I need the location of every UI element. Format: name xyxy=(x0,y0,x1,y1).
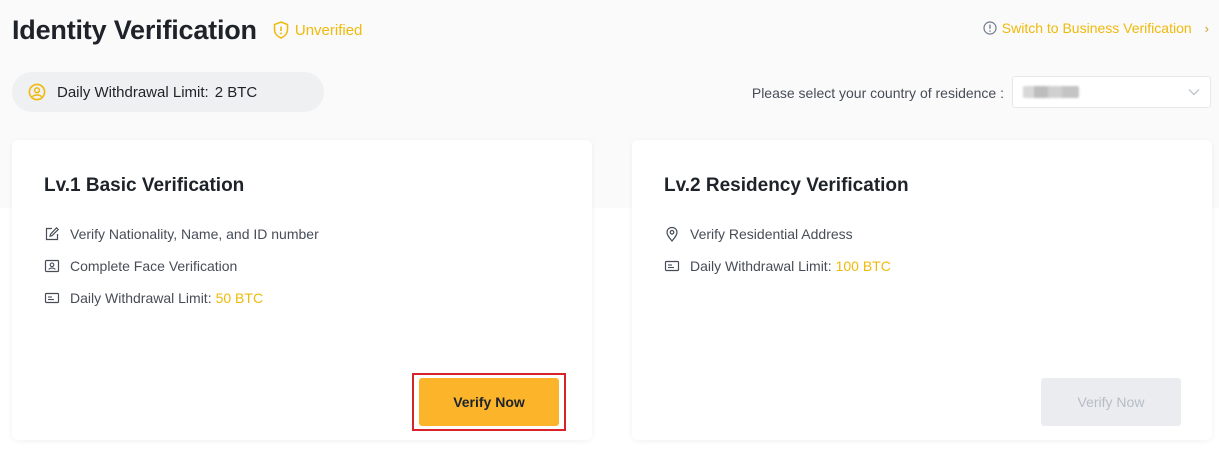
verification-status: Unverified xyxy=(273,21,363,39)
verify-now-button[interactable]: Verify Now xyxy=(419,378,559,426)
location-pin-icon xyxy=(666,226,678,242)
chevron-down-icon xyxy=(1188,89,1200,96)
page-title: Identity Verification xyxy=(12,14,257,45)
feature-item: Daily Withdrawal Limit: 100 BTC xyxy=(664,258,891,274)
level-1-title: Lv.1 Basic Verification xyxy=(44,175,245,196)
country-select-label: Please select your country of residence … xyxy=(751,85,1004,101)
daily-limit-label: Daily Withdrawal Limit: xyxy=(57,83,209,101)
feature-item: Verify Residential Address xyxy=(664,226,853,242)
switch-business-verification-link[interactable]: Switch to Business Verification › xyxy=(983,20,1209,36)
withdrawal-limit-value: 50 BTC xyxy=(215,290,264,306)
level-1-card: Lv.1 Basic Verification Verify Nationali… xyxy=(12,140,592,440)
feature-item: Daily Withdrawal Limit: 50 BTC xyxy=(44,290,263,306)
feature-item: Verify Nationality, Name, and ID number xyxy=(44,226,319,242)
chevron-right-icon: › xyxy=(1204,20,1209,36)
info-icon xyxy=(983,21,997,35)
shield-icon xyxy=(273,21,289,39)
level-2-card: Lv.2 Residency Verification Verify Resid… xyxy=(632,140,1212,440)
withdrawal-limit-value: 100 BTC xyxy=(835,258,891,274)
feature-text: Complete Face Verification xyxy=(70,258,238,274)
feature-text: Daily Withdrawal Limit: xyxy=(690,258,832,274)
country-select[interactable]: ██████ xyxy=(1012,76,1211,108)
card-icon xyxy=(44,292,60,304)
country-selected-value: ██████ xyxy=(1023,86,1079,98)
feature-text: Verify Nationality, Name, and ID number xyxy=(70,226,319,242)
page-header: Identity Verification Unverified xyxy=(12,12,362,48)
level-2-title: Lv.2 Residency Verification xyxy=(664,175,909,196)
feature-text: Verify Residential Address xyxy=(690,226,853,242)
face-id-icon xyxy=(44,259,60,273)
verify-now-button-disabled: Verify Now xyxy=(1041,378,1181,426)
daily-limit-badge: Daily Withdrawal Limit: 2 BTC xyxy=(12,72,324,112)
switch-link-label: Switch to Business Verification xyxy=(1001,20,1192,36)
daily-limit-value: 2 BTC xyxy=(214,83,258,101)
feature-text: Daily Withdrawal Limit: xyxy=(70,290,212,306)
status-text: Unverified xyxy=(294,21,363,39)
feature-item: Complete Face Verification xyxy=(44,258,237,274)
user-circle-icon xyxy=(28,83,46,101)
card-icon xyxy=(664,260,680,272)
edit-icon xyxy=(45,226,60,241)
